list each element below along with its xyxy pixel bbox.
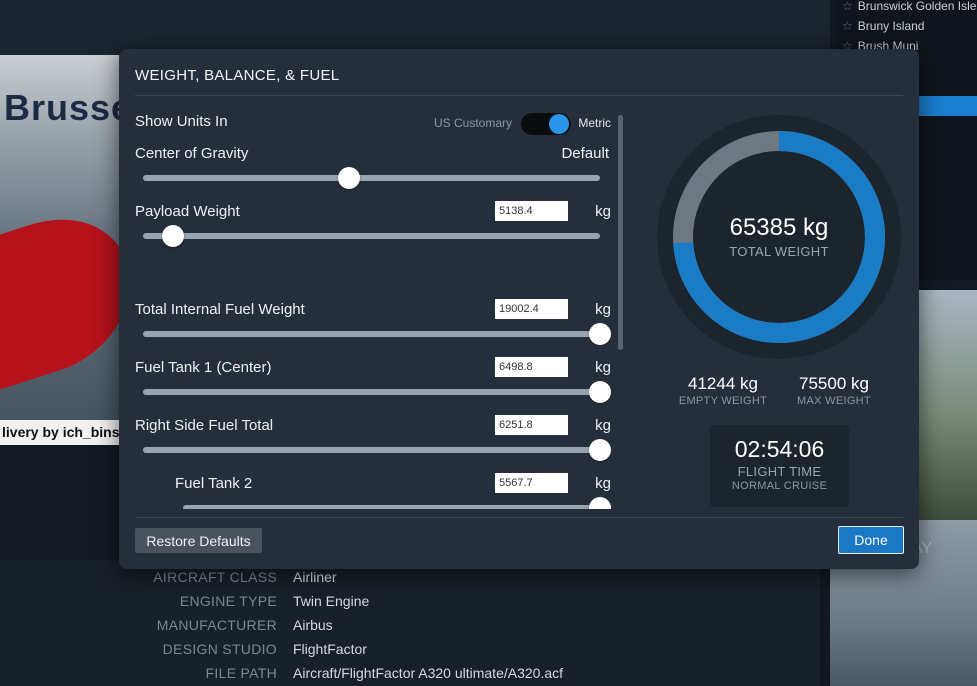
fuel-tank-1-input[interactable] <box>495 357 568 377</box>
info-value: Airliner <box>293 569 337 585</box>
slider-thumb[interactable] <box>589 497 611 509</box>
star-icon[interactable]: ☆ <box>842 0 853 13</box>
info-value: Aircraft/FlightFactor A320 ultimate/A320… <box>293 665 564 681</box>
units-row: Show Units In US Customary Metric <box>135 111 611 137</box>
cruise-mode-label: NORMAL CRUISE <box>731 480 828 492</box>
fuel-tank-2-row: Fuel Tank 2 kg <box>135 473 611 509</box>
units-label: Show Units In <box>135 113 228 130</box>
payload-weight-slider[interactable] <box>143 225 600 247</box>
total-fuel-weight-label: Total Internal Fuel Weight <box>135 301 305 318</box>
max-weight-value: 75500 kg <box>799 374 869 393</box>
toggle-knob <box>549 114 569 134</box>
fuel-tank-1-row: Fuel Tank 1 (Center) kg <box>135 357 611 409</box>
scrollbar[interactable] <box>618 115 623 350</box>
slider-track <box>143 175 600 181</box>
dialog-title: WEIGHT, BALANCE, & FUEL <box>135 67 340 84</box>
divider <box>135 95 903 96</box>
empty-weight-label: EMPTY WEIGHT <box>678 395 768 407</box>
aircraft-info-row: AIRCRAFT CLASS Airliner <box>0 566 820 590</box>
star-icon[interactable]: ☆ <box>842 19 853 33</box>
flight-time-value: 02:54:06 <box>734 436 825 462</box>
fuel-tank-2-input[interactable] <box>495 473 568 493</box>
info-key: DESIGN STUDIO <box>162 641 277 657</box>
fuel-tank-2-slider[interactable] <box>183 497 611 509</box>
right-side-fuel-total-input[interactable] <box>495 415 568 435</box>
slider-track <box>143 389 600 395</box>
info-key: AIRCRAFT CLASS <box>153 569 277 585</box>
aircraft-preview-image: Brusse livery by ich_bins <box>0 55 125 445</box>
preview-title-text: Brusse <box>4 87 125 128</box>
gauge-center: 65385 kg TOTAL WEIGHT <box>656 214 902 259</box>
info-value: FlightFactor <box>293 641 367 657</box>
payload-weight-label: Payload Weight <box>135 203 240 220</box>
empty-weight-value: 41244 kg <box>688 374 758 393</box>
info-key: ENGINE TYPE <box>179 593 277 609</box>
center-of-gravity-row: Center of Gravity Default <box>135 145 611 195</box>
total-fuel-weight-row: Total Internal Fuel Weight kg <box>135 299 611 351</box>
slider-track <box>143 447 600 453</box>
unit-label: kg <box>595 301 611 318</box>
aircraft-info-row: DESIGN STUDIO FlightFactor <box>0 638 820 662</box>
right-side-fuel-total-row: Right Side Fuel Total kg <box>135 415 611 467</box>
done-button[interactable]: Done <box>838 526 904 554</box>
slider-track <box>143 331 600 337</box>
slider-thumb[interactable] <box>589 381 611 403</box>
aircraft-info-list: AIRCRAFT CLASS Airliner ENGINE TYPE Twin En… <box>0 566 820 686</box>
slider-track <box>183 505 600 509</box>
aircraft-info-row: ENGINE TYPE Twin Engine <box>0 590 820 614</box>
info-value: Airbus <box>293 617 333 633</box>
flight-time-box: 02:54:06 FLIGHT TIME NORMAL CRUISE <box>710 425 849 507</box>
cg-slider[interactable] <box>143 167 600 189</box>
fuel-tank-1-slider[interactable] <box>143 381 611 403</box>
airport-name: Bruny Island <box>857 19 925 33</box>
total-weight-gauge: 65385 kg TOTAL WEIGHT <box>656 114 902 360</box>
units-toggle-group: US Customary Metric <box>411 113 611 135</box>
max-weight-label: MAX WEIGHT <box>797 395 871 407</box>
total-fuel-weight-slider[interactable] <box>143 323 611 345</box>
background-header <box>0 0 830 55</box>
flight-time-label: FLIGHT TIME <box>737 464 822 479</box>
airport-list-item[interactable]: ☆ Brunswick Golden Isles <box>836 0 977 16</box>
info-key: MANUFACTURER <box>156 617 277 633</box>
weight-balance-fuel-dialog: WEIGHT, BALANCE, & FUEL Show Units In US… <box>119 49 919 569</box>
us-customary-option[interactable]: US Customary <box>434 116 512 130</box>
slider-track <box>143 233 600 239</box>
aircraft-info-row: MANUFACTURER Airbus <box>0 614 820 638</box>
empty-weight-stat: 41244 kg EMPTY WEIGHT <box>663 374 783 407</box>
info-value: Twin Engine <box>293 593 370 609</box>
total-weight-label: TOTAL WEIGHT <box>729 244 829 259</box>
unit-label: kg <box>595 417 611 434</box>
restore-defaults-button[interactable]: Restore Defaults <box>135 528 262 553</box>
livery-caption: livery by ich_bins <box>0 420 125 445</box>
aircraft-tail <box>0 192 125 403</box>
total-weight-value: 65385 kg <box>729 214 829 241</box>
cg-label: Center of Gravity <box>135 145 249 162</box>
right-side-fuel-total-slider[interactable] <box>143 439 611 461</box>
divider <box>135 517 903 518</box>
unit-label: kg <box>595 359 611 376</box>
payload-weight-row: Payload Weight kg <box>135 201 611 253</box>
airport-name: Brunswick Golden Isles <box>857 0 977 13</box>
slider-thumb[interactable] <box>161 225 184 247</box>
slider-thumb[interactable] <box>337 167 360 189</box>
aircraft-info-row: FILE PATH Aircraft/FlightFactor A320 ulti… <box>0 662 820 686</box>
unit-label: kg <box>595 475 611 492</box>
metric-option[interactable]: Metric <box>578 116 611 130</box>
unit-label: kg <box>595 203 611 220</box>
right-side-fuel-total-label: Right Side Fuel Total <box>135 417 274 434</box>
payload-weight-input[interactable] <box>495 201 568 221</box>
cg-value: Default <box>561 145 609 162</box>
units-toggle-switch[interactable] <box>521 113 571 135</box>
settings-scroll-area[interactable]: Show Units In US Customary Metric Center… <box>135 111 611 509</box>
info-key: FILE PATH <box>205 665 277 681</box>
slider-thumb[interactable] <box>589 439 611 461</box>
airport-list-item[interactable]: ☆ Bruny Island <box>836 16 977 36</box>
slider-thumb[interactable] <box>589 323 611 345</box>
fuel-tank-1-label: Fuel Tank 1 (Center) <box>135 359 272 376</box>
total-fuel-weight-input[interactable] <box>495 299 568 319</box>
fuel-tank-2-label: Fuel Tank 2 <box>175 475 253 492</box>
max-weight-stat: 75500 kg MAX WEIGHT <box>774 374 894 407</box>
